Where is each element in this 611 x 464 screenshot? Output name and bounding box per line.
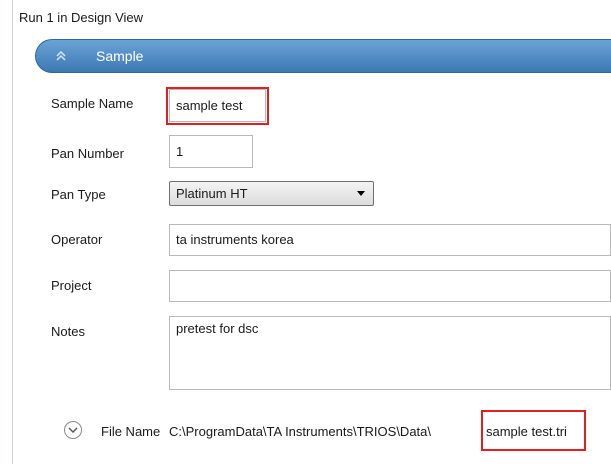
project-label: Project xyxy=(51,278,92,293)
pan-type-value: Platinum HT xyxy=(176,186,248,201)
file-name-label: File Name xyxy=(101,424,161,439)
section-title: Sample xyxy=(96,48,144,64)
operator-input[interactable]: ta instruments korea xyxy=(169,224,611,256)
project-input[interactable] xyxy=(169,270,611,302)
dropdown-arrow-icon xyxy=(357,191,365,196)
file-path: C:\ProgramData\TA Instruments\TRIOS\Data… xyxy=(169,424,432,439)
chevron-down-circle-icon xyxy=(68,427,78,433)
file-name-expand-button[interactable] xyxy=(64,421,82,439)
pan-type-select[interactable]: Platinum HT xyxy=(169,181,374,206)
operator-label: Operator xyxy=(51,232,103,247)
notes-label: Notes xyxy=(51,324,85,339)
pan-type-label: Pan Type xyxy=(51,187,106,202)
pan-number-input[interactable]: 1 xyxy=(169,135,253,168)
sample-name-label: Sample Name xyxy=(51,96,134,111)
pan-number-label: Pan Number xyxy=(51,146,124,161)
sample-name-highlight xyxy=(166,87,269,125)
file-name-highlight xyxy=(481,410,586,451)
window-title: Run 1 in Design View xyxy=(19,10,144,25)
sample-section-header[interactable]: Sample xyxy=(35,39,611,73)
notes-textarea[interactable]: pretest for dsc xyxy=(169,316,611,390)
chevron-up-double-icon[interactable] xyxy=(54,49,68,63)
